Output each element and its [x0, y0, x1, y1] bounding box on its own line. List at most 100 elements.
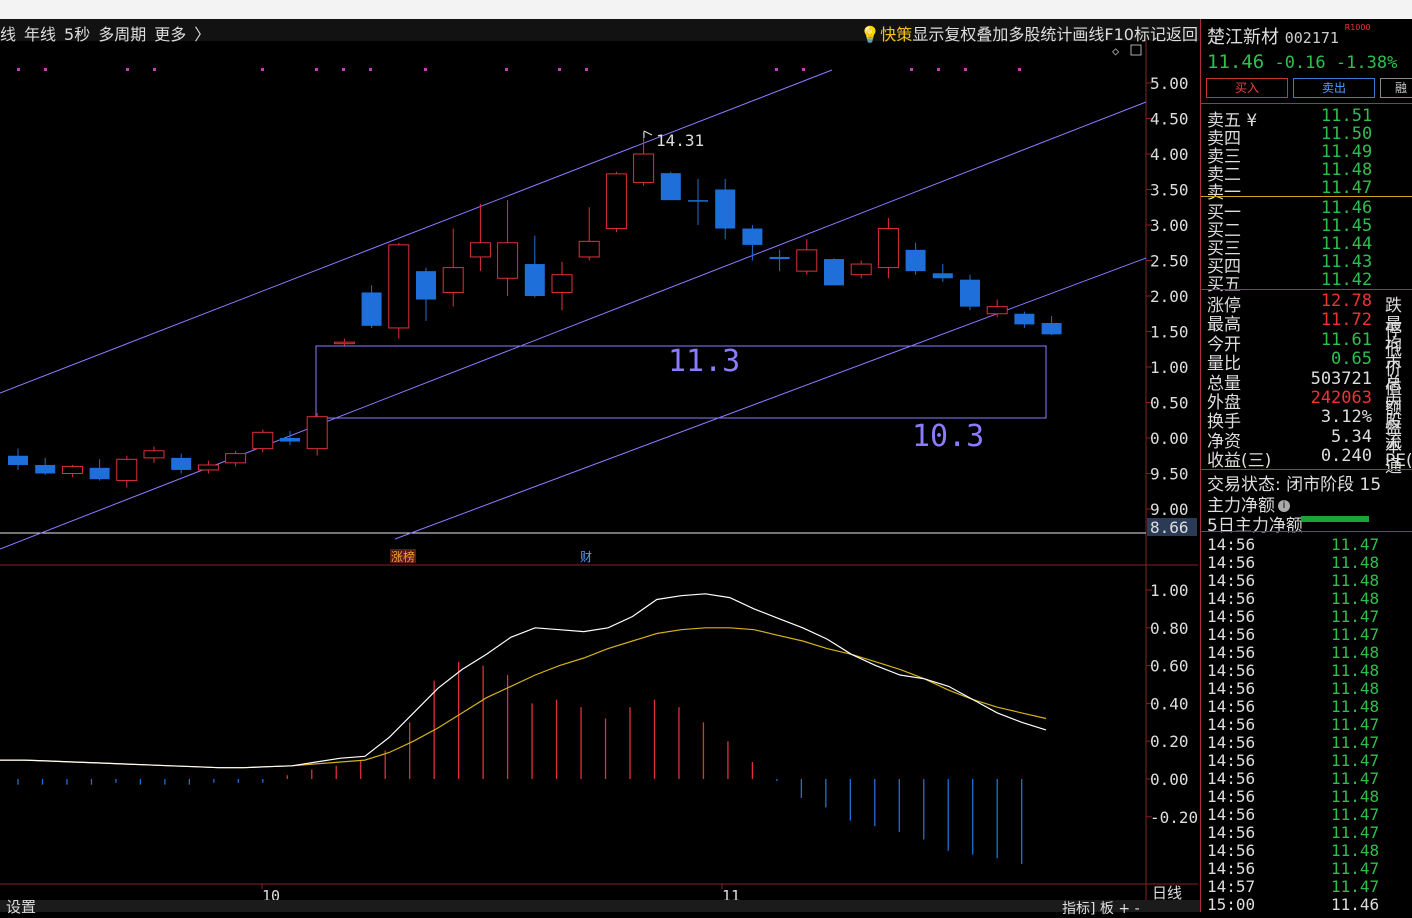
candle[interactable]: [1014, 311, 1035, 328]
price-axis-label: 9.00: [1150, 500, 1189, 519]
asks-row[interactable]: 卖三 11.49: [1201, 142, 1412, 167]
tick-time: 14:56: [1207, 679, 1256, 698]
candle[interactable]: [143, 446, 165, 463]
tick-time: 15:00: [1207, 895, 1256, 914]
asks-row[interactable]: 卖二 11.48: [1201, 160, 1412, 185]
candle[interactable]: [442, 228, 464, 307]
asks-price: 11.48: [1321, 160, 1373, 180]
candle[interactable]: [551, 261, 573, 311]
chart-toolbar: 线年线 5秒 多周期 更多〉 💡快策显示复权叠加多股统计画线F10标记返回: [0, 19, 1200, 44]
tick-list[interactable]: 14:56 11.47 14:56 11.48 14:56 11.48 14:56 11.48…: [1201, 535, 1412, 914]
margin-button[interactable]: 融: [1380, 78, 1412, 98]
candle[interactable]: [932, 264, 953, 282]
index-button[interactable]: 指标]: [1062, 901, 1095, 917]
bids-row[interactable]: 买三 11.44: [1201, 234, 1412, 259]
tick-row: 14:57 11.47: [1201, 877, 1412, 896]
candle[interactable]: [905, 242, 926, 275]
candle[interactable]: [1041, 315, 1062, 336]
stat-row: 今开 11.61 均价: [1201, 329, 1412, 380]
candle[interactable]: [197, 460, 219, 474]
tick-row: 14:56 11.48: [1201, 679, 1412, 698]
tick-time: 14:56: [1207, 589, 1256, 608]
settings-button[interactable]: 设置: [6, 896, 36, 917]
buy-button[interactable]: 买入: [1206, 78, 1288, 98]
candle[interactable]: [61, 464, 83, 478]
asks-row[interactable]: 卖一 11.47: [1201, 178, 1412, 203]
stat-value: 11.61: [1320, 329, 1372, 350]
candle[interactable]: [986, 299, 1008, 318]
tick-row: 14:56 11.48: [1201, 589, 1412, 608]
candle[interactable]: [605, 171, 627, 233]
candle[interactable]: [388, 242, 410, 339]
tick-row: 14:56 11.47: [1201, 805, 1412, 824]
candle[interactable]: [225, 450, 247, 467]
candle[interactable]: [497, 200, 519, 296]
candle[interactable]: [252, 429, 274, 453]
candle[interactable]: [796, 239, 818, 275]
candle[interactable]: [416, 267, 436, 321]
candle[interactable]: [35, 457, 56, 475]
tick-price: 11.47: [1331, 877, 1380, 896]
board-button[interactable]: 板: [1100, 901, 1114, 917]
tick-row: 14:56 11.47: [1201, 823, 1412, 842]
asks-row[interactable]: 卖五 ¥11.51: [1201, 106, 1412, 131]
tick-row: 14:56 11.47: [1201, 607, 1412, 626]
asks-row[interactable]: 卖四 11.50: [1201, 124, 1412, 149]
zoom-in-icon[interactable]: +: [1118, 901, 1130, 917]
candle[interactable]: [524, 235, 545, 298]
bids-price: 11.42: [1321, 270, 1373, 290]
period-label[interactable]: 日线: [1152, 882, 1182, 903]
tick-price: 11.48: [1331, 841, 1380, 860]
candle[interactable]: [769, 249, 790, 272]
bids-row[interactable]: 买五 11.42: [1201, 270, 1412, 295]
candle[interactable]: [688, 178, 708, 225]
candle[interactable]: [89, 459, 110, 481]
tick-time: 14:56: [1207, 607, 1256, 626]
cai-marker[interactable]: 财: [580, 550, 592, 564]
tick-row: 14:56 11.47: [1201, 715, 1412, 734]
candle[interactable]: [469, 203, 491, 272]
tick-row: 14:56 11.47: [1201, 625, 1412, 644]
tick-price: 11.48: [1331, 661, 1380, 680]
candle[interactable]: [877, 217, 899, 279]
candle[interactable]: [306, 413, 328, 456]
channel-lower-line: [394, 257, 1147, 540]
box-top-label: 11.3: [668, 344, 740, 379]
chart-area[interactable]: 5.00 4.50 4.00 3.50 3.00 2.50 2.00 1.50 1.00 0.50…: [0, 41, 1200, 912]
candle[interactable]: [850, 260, 872, 279]
stat-row: 涨停 12.78 跌停: [1201, 291, 1412, 341]
tick-row: 14:56 11.48: [1201, 787, 1412, 806]
candle[interactable]: [715, 178, 736, 240]
tick-time: 14:56: [1207, 697, 1256, 716]
candle[interactable]: [171, 453, 192, 474]
candle[interactable]: [660, 171, 681, 201]
last-price: 11.46: [1207, 51, 1265, 73]
candle[interactable]: [333, 338, 355, 346]
bids-row[interactable]: 买一 11.46: [1201, 198, 1412, 223]
zoom-out-icon[interactable]: -: [1135, 901, 1140, 917]
kline-chart-svg[interactable]: 5.00 4.50 4.00 3.50 3.00 2.50 2.00 1.50 1.00 0.50…: [0, 41, 1200, 912]
macd-axis-label: -0.20: [1150, 808, 1198, 827]
bids-row[interactable]: 买四 11.43: [1201, 252, 1412, 277]
bids-price: 11.43: [1321, 252, 1373, 272]
bids-row[interactable]: 买二 11.45: [1201, 216, 1412, 241]
window-icon[interactable]: [1130, 44, 1142, 56]
candle[interactable]: [361, 285, 382, 328]
candle[interactable]: [8, 448, 28, 470]
candle[interactable]: [742, 225, 763, 261]
tick-price: 11.48: [1331, 697, 1380, 716]
candle[interactable]: [578, 207, 600, 261]
candle[interactable]: [960, 274, 980, 311]
tick-price: 11.47: [1331, 733, 1380, 752]
candle[interactable]: [116, 455, 138, 488]
sell-button[interactable]: 卖出: [1293, 78, 1375, 98]
bids-price: 11.45: [1321, 216, 1373, 236]
signal-dot: [126, 68, 129, 71]
ask-list: 卖五 ¥11.51 卖四 11.50 卖三 11.49 卖二 11.48 卖一 11.47: [1201, 106, 1412, 203]
tick-row: 14:56 11.47: [1201, 859, 1412, 878]
stat-value: 12.78: [1320, 291, 1372, 311]
diamond-icon[interactable]: ◇: [1112, 44, 1120, 58]
spread-separator: [1201, 196, 1412, 197]
zhangbang-marker[interactable]: 涨榜: [391, 549, 415, 564]
candle[interactable]: [824, 258, 844, 286]
